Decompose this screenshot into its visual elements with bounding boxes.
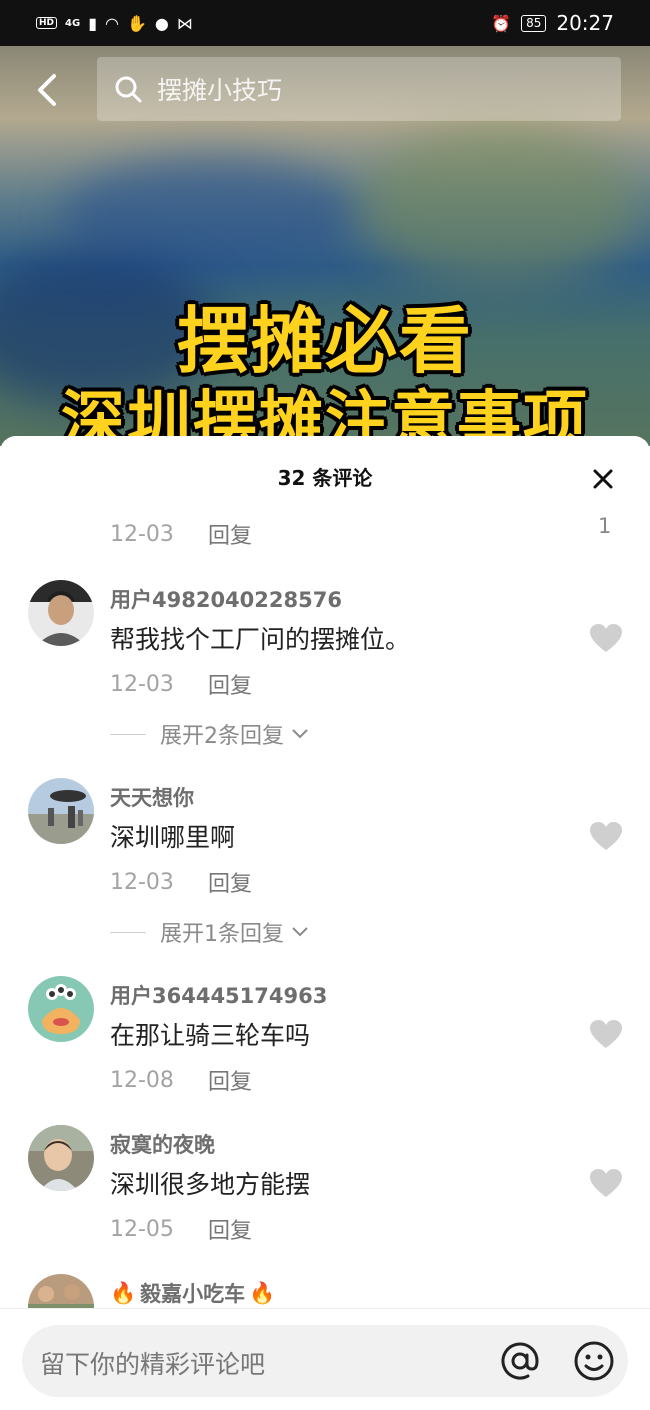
comment-meta: 12-05 回复 bbox=[110, 1213, 252, 1245]
comment-input-bar: 留下你的精彩评论吧 bbox=[0, 1308, 650, 1410]
comment-username-row[interactable]: 🔥 毅嘉小吃车 🔥 bbox=[110, 1278, 275, 1308]
chevron-down-icon bbox=[292, 729, 308, 739]
at-icon[interactable] bbox=[498, 1339, 542, 1383]
fire-icon: 🔥 bbox=[249, 1280, 276, 1305]
emoji-icon[interactable] bbox=[572, 1339, 616, 1383]
chevron-left-icon bbox=[38, 74, 56, 106]
fire-icon: 🔥 bbox=[110, 1280, 137, 1305]
avatar[interactable] bbox=[28, 976, 94, 1042]
status-left: HD 4G ▮ ◠ ✋ ● ⋈ bbox=[36, 14, 193, 33]
list-item: 用户4982040228576 帮我找个工厂问的摆摊位。 12-03 回复 展开… bbox=[0, 574, 650, 772]
expand-replies-button[interactable]: 展开2条回复 bbox=[110, 718, 312, 750]
comment-date: 12-08 bbox=[110, 1067, 174, 1093]
reply-button[interactable]: 回复 bbox=[208, 1064, 252, 1096]
list-item: 天天想你 深圳哪里啊 12-03 回复 展开1条回复 bbox=[0, 772, 650, 970]
expand-replies-button[interactable]: 展开1条回复 bbox=[110, 916, 312, 948]
like-count: 1 bbox=[598, 514, 612, 538]
expand-replies-label: 展开2条回复 bbox=[160, 724, 284, 749]
expand-replies-label: 展开1条回复 bbox=[160, 922, 284, 947]
heart-icon[interactable] bbox=[588, 622, 624, 654]
reply-button[interactable]: 回复 bbox=[208, 1213, 252, 1245]
status-bar: HD 4G ▮ ◠ ✋ ● ⋈ ⏰ 85 20:27 bbox=[0, 0, 650, 46]
comment-date: 12-03 bbox=[110, 869, 174, 895]
comment-date: 12-03 bbox=[110, 521, 174, 547]
search-query: 摆摊小技巧 bbox=[157, 76, 283, 105]
divider bbox=[110, 733, 146, 735]
comment-username[interactable]: 寂寞的夜晚 bbox=[110, 1129, 215, 1159]
panel-header: 32 条评论 bbox=[0, 436, 650, 510]
divider bbox=[110, 931, 146, 933]
heart-icon[interactable] bbox=[588, 1167, 624, 1199]
list-item: 用户364445174963 在那让骑三轮车吗 12-08 回复 bbox=[0, 970, 650, 1119]
alarm-icon: ⏰ bbox=[491, 13, 512, 33]
app-notify-icon: ⋈ bbox=[176, 13, 193, 33]
comment-date: 12-03 bbox=[110, 671, 174, 697]
comment-count-title: 32 条评论 bbox=[277, 466, 373, 490]
video-title-line1: 摆摊必看 bbox=[176, 299, 473, 383]
back-button[interactable] bbox=[30, 68, 70, 112]
avatar-image bbox=[28, 580, 94, 646]
status-right: ⏰ 85 20:27 bbox=[491, 11, 614, 35]
comment-input-placeholder: 留下你的精彩评论吧 bbox=[40, 1350, 266, 1379]
sound-icon: ● bbox=[154, 13, 169, 33]
avatar-image bbox=[28, 1125, 94, 1191]
comment-date: 12-05 bbox=[110, 1216, 174, 1242]
reply-button[interactable]: 回复 bbox=[208, 518, 252, 550]
search-icon bbox=[115, 76, 142, 103]
comment-meta: 12-03 回复 bbox=[110, 518, 252, 550]
comment-meta: 12-03 回复 bbox=[110, 668, 252, 700]
close-icon bbox=[593, 469, 613, 489]
wifi-icon: ◠ bbox=[105, 13, 119, 33]
comment-username: 毅嘉小吃车 bbox=[140, 1282, 246, 1306]
reply-button[interactable]: 回复 bbox=[208, 668, 252, 700]
avatar[interactable] bbox=[28, 580, 94, 646]
avatar-image bbox=[28, 976, 94, 1042]
comment-input[interactable]: 留下你的精彩评论吧 bbox=[22, 1325, 628, 1397]
hand-icon: ✋ bbox=[126, 13, 147, 33]
comment-text: 在那让骑三轮车吗 bbox=[110, 1021, 311, 1050]
comment-text: 帮我找个工厂问的摆摊位。 bbox=[110, 625, 411, 654]
avatar-image bbox=[28, 778, 94, 844]
avatar-image bbox=[28, 1274, 94, 1308]
battery-level: 85 bbox=[521, 14, 547, 32]
comment-username[interactable]: 用户4982040228576 bbox=[110, 584, 342, 614]
close-button[interactable] bbox=[586, 462, 620, 496]
list-item: 寂寞的夜晚 深圳很多地方能摆 12-05 回复 bbox=[0, 1119, 650, 1268]
heart-icon[interactable] bbox=[588, 820, 624, 852]
list-item: 🔥 毅嘉小吃车 🔥 bbox=[0, 1268, 650, 1308]
comment-panel: 32 条评论 12-03 回复 1 用户4982040228576 帮我找个工厂… bbox=[0, 436, 650, 1410]
comment-text: 深圳哪里啊 bbox=[110, 823, 236, 852]
comment-username[interactable]: 天天想你 bbox=[110, 782, 194, 812]
video-blur-shape bbox=[360, 126, 640, 286]
comment-username[interactable]: 用户364445174963 bbox=[110, 980, 327, 1010]
comment-text: 深圳很多地方能摆 bbox=[110, 1170, 311, 1199]
list-item: 12-03 回复 1 bbox=[0, 510, 650, 574]
heart-icon[interactable] bbox=[588, 1018, 624, 1050]
chevron-down-icon bbox=[292, 927, 308, 937]
clock: 20:27 bbox=[556, 11, 614, 35]
comment-meta: 12-03 回复 bbox=[110, 866, 252, 898]
comment-meta: 12-08 回复 bbox=[110, 1064, 252, 1096]
avatar[interactable] bbox=[28, 778, 94, 844]
hd-badge: HD bbox=[36, 17, 58, 29]
search-bar[interactable]: 摆摊小技巧 bbox=[97, 57, 621, 121]
reply-button[interactable]: 回复 bbox=[208, 866, 252, 898]
avatar[interactable] bbox=[28, 1125, 94, 1191]
comment-list[interactable]: 12-03 回复 1 用户4982040228576 帮我找个工厂问的摆摊位。 bbox=[0, 510, 650, 1308]
signal-bars-icon: ▮ bbox=[88, 13, 97, 33]
avatar[interactable] bbox=[28, 1274, 94, 1308]
signal-label: 4G bbox=[65, 17, 81, 29]
